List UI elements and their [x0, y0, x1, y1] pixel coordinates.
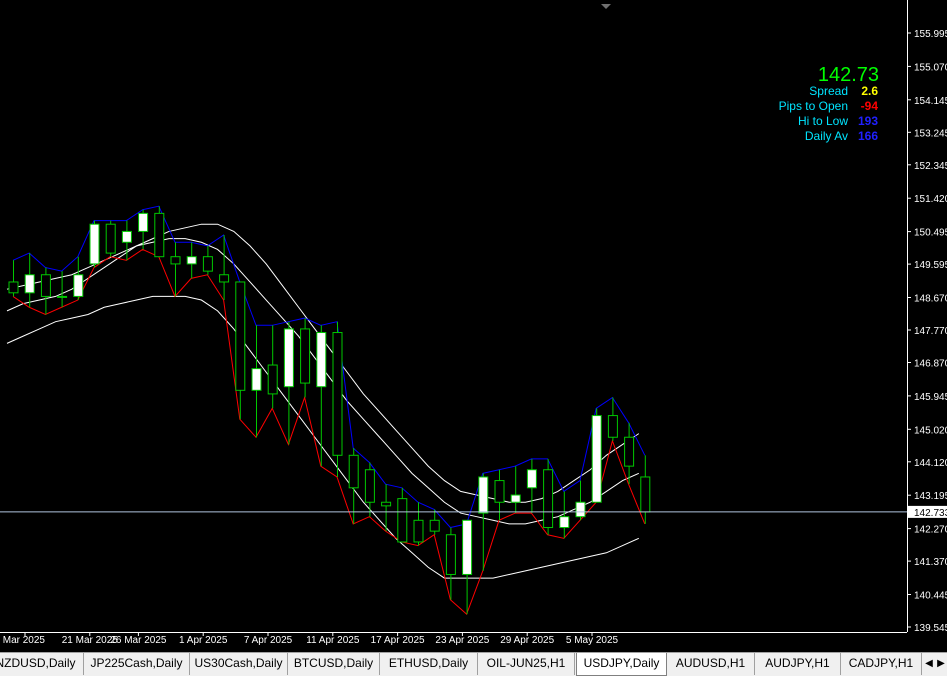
candle-body	[8, 281, 19, 294]
candle-body	[510, 494, 521, 503]
tab-oil-jun25-h1[interactable]: OIL-JUN25,H1	[478, 653, 575, 675]
candle-body	[364, 469, 375, 503]
candle-body	[575, 501, 586, 518]
price-axis-label: 139.545	[914, 623, 947, 634]
info-label: Hi to Low	[797, 114, 848, 128]
candle-body	[202, 256, 213, 272]
date-axis-label: 29 Apr 2025	[500, 635, 554, 646]
tab-usdjpy-daily[interactable]: USDJPY,Daily	[576, 653, 667, 676]
price-axis-label: 154.145	[914, 96, 947, 107]
price-axis-label: 140.445	[914, 591, 947, 602]
candle-body	[138, 212, 149, 232]
price-axis-label: 155.995	[914, 29, 947, 40]
candle-body	[640, 476, 651, 513]
candle-body	[251, 368, 262, 391]
candle-body	[89, 223, 100, 265]
candle-body	[105, 223, 116, 254]
candle-body	[121, 230, 132, 243]
tab-scroll-right-icon[interactable]: ▶	[934, 654, 947, 674]
candle-body	[429, 519, 440, 532]
candle-body	[154, 212, 165, 258]
candle[interactable]	[332, 321, 343, 477]
info-value: 166	[857, 129, 878, 143]
candle-body	[543, 469, 554, 529]
tab-cadjpy-h1[interactable]: CADJPY,H1	[841, 653, 922, 675]
candle-body	[607, 415, 618, 438]
date-axis-label: 17 Apr 2025	[371, 635, 425, 646]
candle-body	[348, 454, 359, 489]
candle[interactable]	[154, 206, 165, 258]
candle-body	[413, 519, 424, 543]
info-label: Daily Av	[804, 129, 848, 143]
price-chart[interactable]: 155.995 155.070 154.145 153.245 152.345 151.4…	[0, 0, 947, 652]
candle-body	[591, 415, 602, 503]
candle-body	[559, 516, 570, 529]
date-axis-label: 11 Apr 2025	[306, 635, 360, 646]
current-price-value: 142.73	[817, 64, 879, 86]
date-axis-label: 1 Apr 2025	[179, 635, 228, 646]
info-value: 2.6	[861, 84, 878, 98]
candle-body	[381, 501, 392, 507]
chart-tab-bar: NZDUSD,Daily JP225Cash,Daily US30Cash,Dail…	[0, 652, 947, 676]
candle-body	[624, 436, 635, 467]
price-axis-label: 143.195	[914, 491, 947, 502]
price-axis-label: 149.595	[914, 260, 947, 271]
tab-nzdusd-daily[interactable]: NZDUSD,Daily	[0, 653, 84, 675]
candle-body	[445, 534, 456, 575]
candle-body	[478, 476, 489, 514]
date-axis-label: Mar 2025	[3, 635, 46, 646]
tab-ethusd-daily[interactable]: ETHUSD,Daily	[380, 653, 478, 675]
price-axis-label: 144.120	[914, 458, 947, 469]
candle-body	[332, 332, 343, 456]
tab-audusd-h1[interactable]: AUDUSD,H1	[667, 653, 755, 675]
price-axis-label: 148.670	[914, 294, 947, 305]
candle[interactable]	[543, 458, 554, 535]
price-axis-label: 151.420	[914, 194, 947, 205]
candle[interactable]	[105, 220, 116, 257]
tab-us30cash-daily[interactable]: US30Cash,Daily	[190, 653, 288, 675]
candle-body	[283, 328, 294, 388]
tab-jp225cash-daily[interactable]: JP225Cash,Daily	[84, 653, 190, 675]
price-axis-label: 147.770	[914, 326, 947, 337]
candle-body	[462, 519, 473, 575]
candle-body	[316, 332, 327, 388]
candle-body	[397, 498, 408, 543]
candle-body	[186, 256, 197, 265]
candle-body	[219, 274, 230, 283]
price-axis-label: 152.345	[914, 161, 947, 172]
date-axis-label: 23 Apr 2025	[435, 635, 489, 646]
date-axis-label: 7 Apr 2025	[244, 635, 293, 646]
candle[interactable]	[591, 408, 602, 503]
candle-body	[73, 274, 84, 297]
candle-body	[494, 480, 505, 503]
tab-audjpy-h1[interactable]: AUDJPY,H1	[755, 653, 841, 675]
candle-body	[170, 256, 181, 265]
info-label: Pips to Open	[778, 99, 848, 113]
candle-body	[57, 295, 68, 298]
price-axis-label: 150.495	[914, 228, 947, 239]
price-axis-label: 146.870	[914, 358, 947, 369]
chart-canvas[interactable]: 155.995 155.070 154.145 153.245 152.345 151.4…	[0, 0, 947, 652]
price-axis-label: 145.020	[914, 425, 947, 436]
tab-btcusd-daily[interactable]: BTCUSD,Daily	[288, 653, 380, 675]
candle[interactable]	[89, 220, 100, 268]
price-axis-label: 141.370	[914, 557, 947, 568]
info-value: 193	[857, 114, 878, 128]
info-value: -94	[860, 99, 878, 113]
price-axis-label: 145.945	[914, 392, 947, 403]
candle-body	[526, 469, 537, 489]
price-axis-label: 153.245	[914, 128, 947, 139]
candle-body	[40, 274, 51, 297]
candle-body	[267, 364, 278, 395]
price-axis-label: 142.270	[914, 525, 947, 536]
candle-body	[300, 328, 311, 384]
info-label: Spread	[809, 84, 848, 98]
candle-body	[24, 274, 35, 294]
candle-body	[235, 281, 246, 391]
price-axis-label: 155.070	[914, 62, 947, 73]
date-axis-label: 5 May 2025	[566, 635, 619, 646]
date-axis-label: 26 Mar 2025	[110, 635, 167, 646]
current-price-label: 142.733	[914, 508, 947, 519]
